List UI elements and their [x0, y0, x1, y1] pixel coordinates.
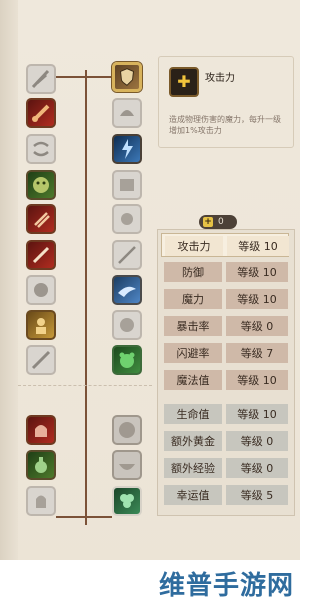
skill-points-value: 0 [218, 217, 224, 227]
left-frame [0, 0, 18, 560]
skill-node[interactable] [26, 310, 56, 340]
skill-points-badge: + 0 [199, 215, 237, 229]
bear-icon [119, 352, 135, 368]
lightning-icon [122, 139, 133, 159]
stat-name: 暴击率 [164, 316, 222, 336]
warrior-icon [36, 318, 46, 334]
helmet-icon [120, 110, 134, 116]
stat-row[interactable]: 闪避率 等级 7 [161, 341, 289, 365]
feather-icon [31, 69, 50, 89]
book-icon [120, 179, 134, 191]
stat-name: 闪避率 [164, 343, 222, 363]
orb-icon [120, 318, 134, 332]
bag-icon [35, 425, 47, 437]
stat-name: 防御 [164, 262, 222, 282]
skill-tree-screen: ✚ 攻击力 造成物理伤害的魔力，每升一级增加1%攻击力 + 0 攻击力 等级 1… [0, 0, 300, 600]
beast-icon [33, 177, 49, 193]
skill-node[interactable] [26, 275, 56, 305]
stat-name: 额外经验 [164, 458, 222, 478]
stat-row[interactable]: 生命值 等级 10 [161, 402, 289, 426]
skill-node[interactable] [112, 240, 142, 270]
stat-row[interactable]: 攻击力 等级 10 [161, 233, 289, 257]
ghost-icon [36, 495, 46, 508]
stat-name: 攻击力 [165, 236, 223, 256]
stat-name: 魔力 [164, 289, 222, 309]
stat-level: 等级 0 [226, 431, 288, 451]
skill-node[interactable] [112, 204, 142, 234]
stat-name: 生命值 [164, 404, 222, 424]
stat-row[interactable]: 魔力 等级 10 [161, 287, 289, 311]
stats-panel: 攻击力 等级 10 防御 等级 10 魔力 等级 10 暴击率 等级 0 闪避率… [157, 229, 295, 516]
skill-node[interactable] [26, 345, 56, 375]
stat-row[interactable]: 幸运值 等级 5 [161, 483, 289, 507]
stat-level: 等级 10 [226, 289, 288, 309]
bone-icon [32, 104, 50, 122]
skill-node[interactable] [112, 486, 142, 516]
sword-icon [31, 350, 51, 370]
stat-level: 等级 5 [226, 485, 288, 505]
stat-level: 等级 0 [226, 316, 288, 336]
stat-row[interactable]: 额外经验 等级 0 [161, 456, 289, 480]
skill-node[interactable] [112, 98, 142, 128]
spark-icon [121, 213, 133, 225]
spear-icon [118, 246, 136, 264]
shadow-icon [34, 283, 48, 297]
stat-row[interactable]: 额外黄金 等级 0 [161, 429, 289, 453]
stat-row[interactable]: 魔法值 等级 10 [161, 368, 289, 392]
skill-node[interactable] [26, 98, 56, 128]
tree-line-top-right [86, 76, 112, 78]
skill-node[interactable] [112, 134, 142, 164]
skill-node[interactable] [26, 240, 56, 270]
skill-node[interactable] [26, 170, 56, 200]
stat-name: 魔法值 [164, 370, 222, 390]
skill-node[interactable] [112, 310, 142, 340]
stat-name: 幸运值 [164, 485, 222, 505]
plus-icon: ✚ [169, 67, 199, 97]
skill-detail-panel: ✚ 攻击力 造成物理伤害的魔力，每升一级增加1%攻击力 [158, 56, 294, 148]
skill-node[interactable] [112, 275, 142, 305]
stat-row[interactable]: 暴击率 等级 0 [161, 314, 289, 338]
plus-icon: + [203, 217, 213, 227]
wind-icon [33, 141, 49, 157]
skill-node[interactable] [26, 64, 56, 94]
skill-node[interactable] [112, 170, 142, 200]
tree-line-trunk [85, 70, 87, 525]
stat-row[interactable]: 防御 等级 10 [161, 260, 289, 284]
stat-name: 额外黄金 [164, 431, 222, 451]
stat-level: 等级 10 [227, 236, 289, 256]
tree-divider [18, 385, 152, 386]
skill-node[interactable] [112, 415, 142, 445]
watermark-text: 维普手游网 [158, 571, 294, 600]
tree-line-bottom-right [86, 516, 112, 518]
stat-level: 等级 0 [226, 458, 288, 478]
shield-icon [120, 68, 134, 86]
skill-node-attack-selected[interactable] [112, 62, 142, 92]
skill-node[interactable] [112, 345, 142, 375]
skill-node[interactable] [112, 450, 142, 480]
clover-icon [120, 494, 134, 508]
stat-level: 等级 7 [226, 343, 288, 363]
stat-level: 等级 10 [226, 262, 288, 282]
tree-line-top-left [56, 76, 86, 78]
potion-icon [35, 457, 47, 473]
skill-node[interactable] [26, 450, 56, 480]
detail-description: 造成物理伤害的魔力，每升一级增加1%攻击力 [169, 115, 281, 135]
skill-node[interactable] [26, 134, 56, 164]
bird-icon [118, 286, 136, 297]
stat-level: 等级 10 [226, 370, 288, 390]
claw-icon [34, 212, 50, 228]
skill-node[interactable] [26, 415, 56, 445]
skill-node[interactable] [26, 486, 56, 516]
bowl-icon [119, 464, 135, 470]
tree-line-bottom-left [56, 516, 86, 518]
stat-level: 等级 10 [226, 404, 288, 424]
detail-title: 攻击力 [205, 73, 235, 84]
skill-node[interactable] [26, 204, 56, 234]
coin-icon [119, 422, 135, 438]
blade-icon [32, 246, 50, 264]
